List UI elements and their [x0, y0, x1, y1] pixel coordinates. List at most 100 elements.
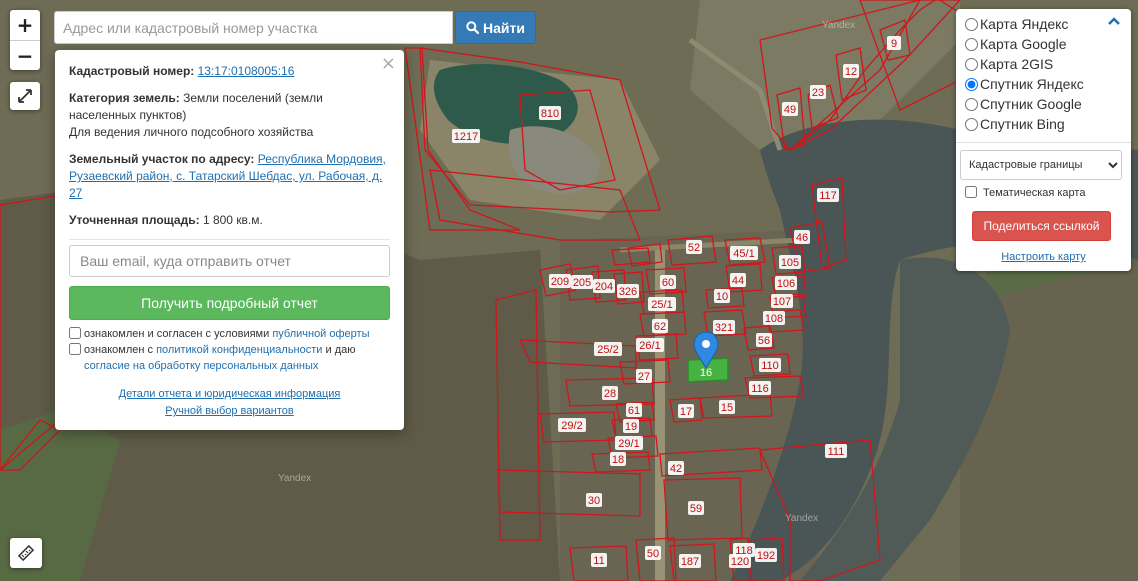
- privacy-link[interactable]: политикой конфиденциальности: [156, 344, 322, 356]
- search-input[interactable]: [54, 11, 453, 44]
- parcel-label[interactable]: 321: [713, 320, 735, 334]
- close-icon[interactable]: ×: [381, 54, 396, 74]
- parcel-label[interactable]: 17: [678, 404, 694, 418]
- parcel-label[interactable]: 28: [602, 386, 618, 400]
- parcel-label[interactable]: 18: [610, 452, 626, 466]
- parcel-label[interactable]: 25/1: [648, 297, 676, 311]
- parcel-label[interactable]: 810: [539, 106, 561, 120]
- parcel-label[interactable]: 26/1: [636, 338, 664, 352]
- parcel-label[interactable]: 117: [817, 188, 839, 202]
- search-button[interactable]: Найти: [455, 11, 536, 44]
- offer-text: ознакомлен и согласен с условиями: [84, 328, 273, 340]
- basemap-radio[interactable]: [965, 118, 978, 131]
- parcel-label[interactable]: 42: [668, 461, 684, 475]
- parcel-label[interactable]: 192: [755, 548, 777, 562]
- parcel-label-text: 111: [828, 446, 845, 458]
- parcel-label-text: 116: [751, 383, 769, 395]
- parcel-label[interactable]: 27: [636, 369, 652, 383]
- basemap-option-label: Спутник Google: [980, 96, 1082, 112]
- parcel-label[interactable]: 209: [549, 274, 571, 288]
- basemap-option[interactable]: Спутник Яндекс: [965, 74, 1123, 94]
- parcel-label-text: 209: [551, 276, 569, 288]
- parcel-label[interactable]: 15: [719, 400, 735, 414]
- email-field[interactable]: [69, 245, 390, 277]
- offer-link[interactable]: публичной оферты: [272, 328, 369, 340]
- parcel-label[interactable]: 16: [698, 365, 714, 379]
- parcel-label[interactable]: 49: [782, 102, 798, 116]
- parcel-label[interactable]: 56: [756, 333, 772, 347]
- parcel-label[interactable]: 29/2: [558, 418, 586, 432]
- parcel-label-text: 62: [654, 321, 666, 333]
- parcel-label[interactable]: 9: [887, 36, 901, 50]
- parcel-label[interactable]: 46: [794, 230, 810, 244]
- privacy-checkbox[interactable]: [69, 343, 81, 355]
- get-report-button[interactable]: Получить подробный отчет: [69, 286, 390, 320]
- parcel-label[interactable]: 59: [688, 501, 704, 515]
- parcel-label-text: 15: [721, 402, 733, 414]
- parcel-label[interactable]: 1217: [452, 129, 480, 143]
- parcel-label-text: 59: [690, 503, 702, 515]
- cadastral-label: Кадастровый номер:: [69, 64, 195, 78]
- ruler-button[interactable]: [10, 538, 42, 568]
- basemap-option[interactable]: Спутник Google: [965, 94, 1123, 114]
- parcel-label[interactable]: 205: [571, 275, 593, 289]
- parcel-label[interactable]: 111: [825, 444, 847, 458]
- parcel-label[interactable]: 326: [617, 284, 639, 298]
- parcel-label[interactable]: 187: [679, 554, 701, 568]
- parcel-label-text: 16: [700, 367, 712, 379]
- parcel-label-text: 23: [812, 87, 824, 99]
- parcel-label[interactable]: 108: [763, 311, 785, 325]
- basemap-radio[interactable]: [965, 18, 978, 31]
- parcel-label[interactable]: 110: [759, 358, 781, 372]
- thematic-checkbox[interactable]: [965, 186, 977, 198]
- cadastral-number-link[interactable]: 13:17:0108005:16: [198, 64, 295, 78]
- parcel-label-text: 9: [891, 38, 897, 50]
- basemap-radio[interactable]: [965, 98, 978, 111]
- parcel-label[interactable]: 23: [810, 85, 826, 99]
- basemap-radio[interactable]: [965, 58, 978, 71]
- parcel-label[interactable]: 50: [645, 546, 661, 560]
- parcel-label[interactable]: 62: [652, 319, 668, 333]
- parcel-label[interactable]: 105: [779, 255, 801, 269]
- basemap-option[interactable]: Карта 2GIS: [965, 54, 1123, 74]
- parcel-label[interactable]: 107: [771, 294, 793, 308]
- basemap-radio[interactable]: [965, 78, 978, 91]
- offer-checkbox[interactable]: [69, 327, 81, 339]
- consent-link[interactable]: согласие на обработку персональных данны…: [84, 360, 318, 372]
- parcel-label[interactable]: 25/2: [594, 342, 622, 356]
- report-details-link[interactable]: Детали отчета и юридическая информация: [119, 388, 341, 400]
- parcel-label-text: 12: [845, 66, 857, 78]
- basemap-option[interactable]: Карта Google: [965, 34, 1123, 54]
- configure-map-link[interactable]: Настроить карту: [956, 251, 1131, 263]
- parcel-label[interactable]: 19: [623, 419, 639, 433]
- fullscreen-button[interactable]: [10, 82, 40, 110]
- parcel-label-text: 192: [757, 550, 775, 562]
- parcel-label[interactable]: 29/1: [615, 436, 643, 450]
- basemap-radio[interactable]: [965, 38, 978, 51]
- share-link-button[interactable]: Поделиться ссылкой: [972, 211, 1111, 241]
- parcel-label[interactable]: 45/1: [730, 246, 758, 260]
- layers-panel: Карта Яндекс Карта Google Карта 2GIS Спутни…: [956, 9, 1131, 271]
- chevron-up-icon[interactable]: [1108, 17, 1120, 25]
- parcel-label[interactable]: 30: [586, 493, 602, 507]
- parcel-label[interactable]: 44: [730, 273, 746, 287]
- basemap-option-label: Карта 2GIS: [980, 56, 1054, 72]
- parcel-label[interactable]: 60: [660, 275, 676, 289]
- zoom-out-button[interactable]: −: [10, 40, 40, 70]
- basemap-option[interactable]: Карта Яндекс: [965, 14, 1123, 34]
- parcel-label[interactable]: 10: [714, 289, 730, 303]
- basemap-option[interactable]: Спутник Bing: [965, 114, 1123, 134]
- layer-select[interactable]: Кадастровые границы: [960, 150, 1122, 180]
- manual-choice-link[interactable]: Ручной выбор вариантов: [165, 405, 293, 417]
- parcel-label[interactable]: 52: [686, 240, 702, 254]
- parcel-label[interactable]: 11: [591, 553, 607, 567]
- parcel-label-text: 1217: [454, 131, 478, 143]
- parcel-label-text: 107: [773, 296, 791, 308]
- zoom-in-button[interactable]: +: [10, 10, 40, 40]
- parcel-label[interactable]: 106: [775, 276, 797, 290]
- parcel-label[interactable]: 61: [626, 403, 642, 417]
- parcel-label[interactable]: 204: [593, 279, 615, 293]
- parcel-label[interactable]: 12: [843, 64, 859, 78]
- parcel-label[interactable]: 116: [749, 381, 771, 395]
- parcel-label[interactable]: 118: [733, 543, 755, 557]
